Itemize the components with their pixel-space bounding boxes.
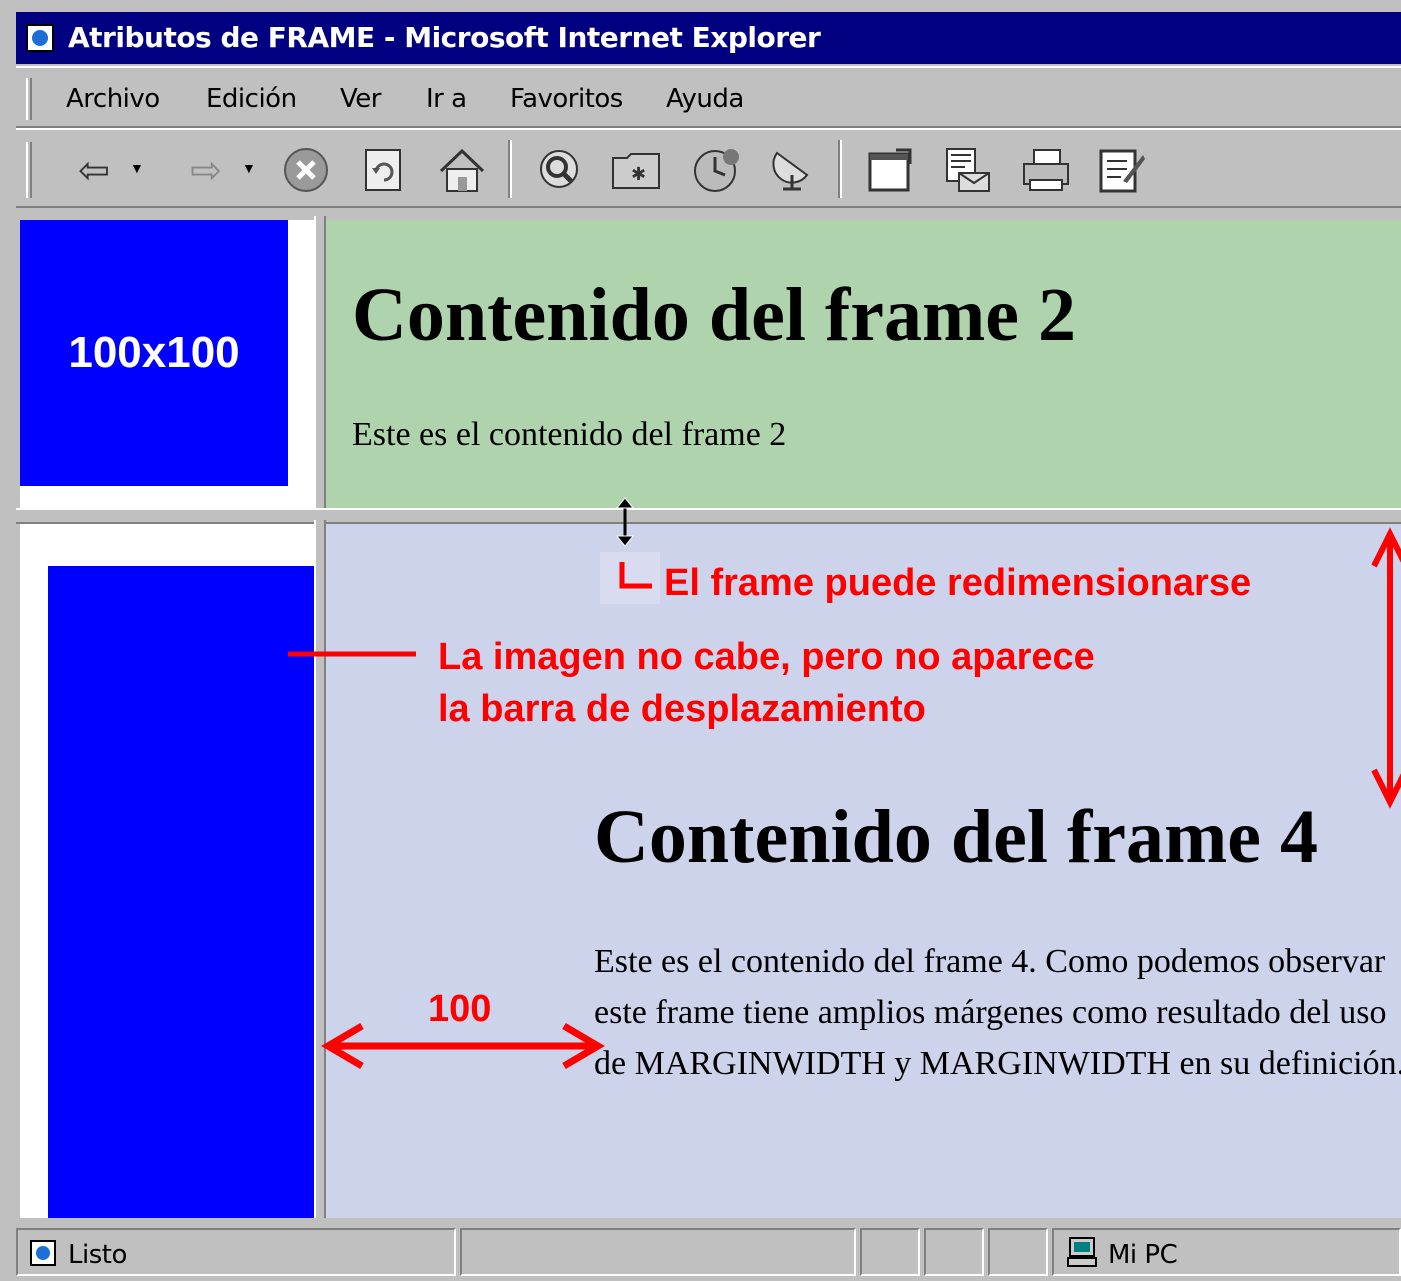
frame-divider-resizable[interactable]	[16, 508, 1401, 524]
forward-icon[interactable]: ⇨	[178, 142, 234, 198]
history-icon[interactable]	[688, 142, 744, 198]
title-bar: Atributos de FRAME - Microsoft Internet …	[0, 0, 1401, 70]
menu-ir-a[interactable]: Ir a	[426, 84, 467, 114]
refresh-icon[interactable]	[356, 142, 412, 198]
menu-bar: Archivo Edición Ver Ir a Favoritos Ayuda	[16, 66, 1401, 128]
mail-icon[interactable]	[940, 142, 996, 198]
annotation-image-line2: la barra de desplazamiento	[438, 688, 926, 730]
status-panel-zone: Mi PC	[1052, 1228, 1401, 1276]
fullscreen-icon[interactable]	[862, 142, 918, 198]
menu-favoritos[interactable]: Favoritos	[510, 84, 623, 114]
frame-4-text: Este es el contenido del frame 4. Como p…	[594, 943, 1401, 1082]
ie-page-icon[interactable]	[26, 24, 54, 52]
status-panel-offline	[924, 1228, 984, 1276]
frame-2-heading: Contenido del frame 2	[352, 273, 1077, 357]
svg-text:✱: ✱	[631, 164, 646, 185]
back-icon[interactable]: ⇦	[66, 142, 122, 198]
title-bar-strip: Atributos de FRAME - Microsoft Internet …	[16, 12, 1401, 64]
toolbar: ⇦ ▼ ⇨ ▼ ✱	[16, 128, 1401, 208]
annotation-image-line1: La imagen no cabe, pero no aparece	[438, 636, 1095, 678]
status-panel-extra	[988, 1228, 1048, 1276]
status-panel-main: Listo	[16, 1228, 456, 1276]
annotation-margin-value: 100	[428, 988, 492, 1030]
frame-2-text: Este es el contenido del frame 2	[352, 416, 787, 453]
forward-dropdown-icon[interactable]: ▼	[242, 160, 256, 176]
stop-icon[interactable]	[278, 142, 334, 198]
favorites-icon[interactable]: ✱	[608, 142, 664, 198]
frame-divider-vertical-bottom	[314, 520, 326, 1218]
frame-3	[20, 524, 314, 1218]
frame-4: Contenido del frame 4 Este es el conteni…	[326, 524, 1401, 1218]
status-bar: Listo Mi PC	[16, 1222, 1401, 1281]
window-title: Atributos de FRAME - Microsoft Internet …	[68, 21, 821, 54]
zone-label: Mi PC	[1108, 1240, 1178, 1270]
frame-1: 100x100	[20, 220, 314, 516]
frame-4-heading: Contenido del frame 4	[594, 795, 1319, 879]
menu-ayuda[interactable]: Ayuda	[666, 84, 744, 114]
menu-bar-grip[interactable]	[26, 78, 32, 120]
status-panel-progress	[460, 1228, 856, 1276]
menu-edicion[interactable]: Edición	[206, 84, 297, 114]
toolbar-separator	[838, 140, 842, 198]
home-icon[interactable]	[434, 142, 490, 198]
toolbar-separator	[508, 140, 512, 198]
frame-divider-vertical-top	[314, 216, 326, 512]
frame-1-image: 100x100	[20, 220, 288, 486]
status-text: Listo	[68, 1240, 127, 1270]
frame-3-image	[48, 566, 314, 1218]
ie-page-icon	[30, 1240, 56, 1266]
status-panel-secure	[860, 1228, 920, 1276]
search-icon[interactable]	[530, 142, 586, 198]
edit-icon[interactable]	[1094, 142, 1150, 198]
menu-archivo[interactable]: Archivo	[66, 84, 160, 114]
toolbar-grip[interactable]	[26, 142, 32, 198]
annotation-resize: El frame puede redimensionarse	[664, 562, 1252, 604]
back-dropdown-icon[interactable]: ▼	[130, 160, 144, 176]
print-icon[interactable]	[1018, 142, 1074, 198]
computer-icon	[1067, 1237, 1097, 1267]
menu-ver[interactable]: Ver	[340, 84, 381, 114]
frame-1-image-label: 100x100	[68, 328, 240, 377]
frame-2: Contenido del frame 2 Este es el conteni…	[326, 220, 1401, 508]
channels-icon[interactable]	[764, 142, 820, 198]
